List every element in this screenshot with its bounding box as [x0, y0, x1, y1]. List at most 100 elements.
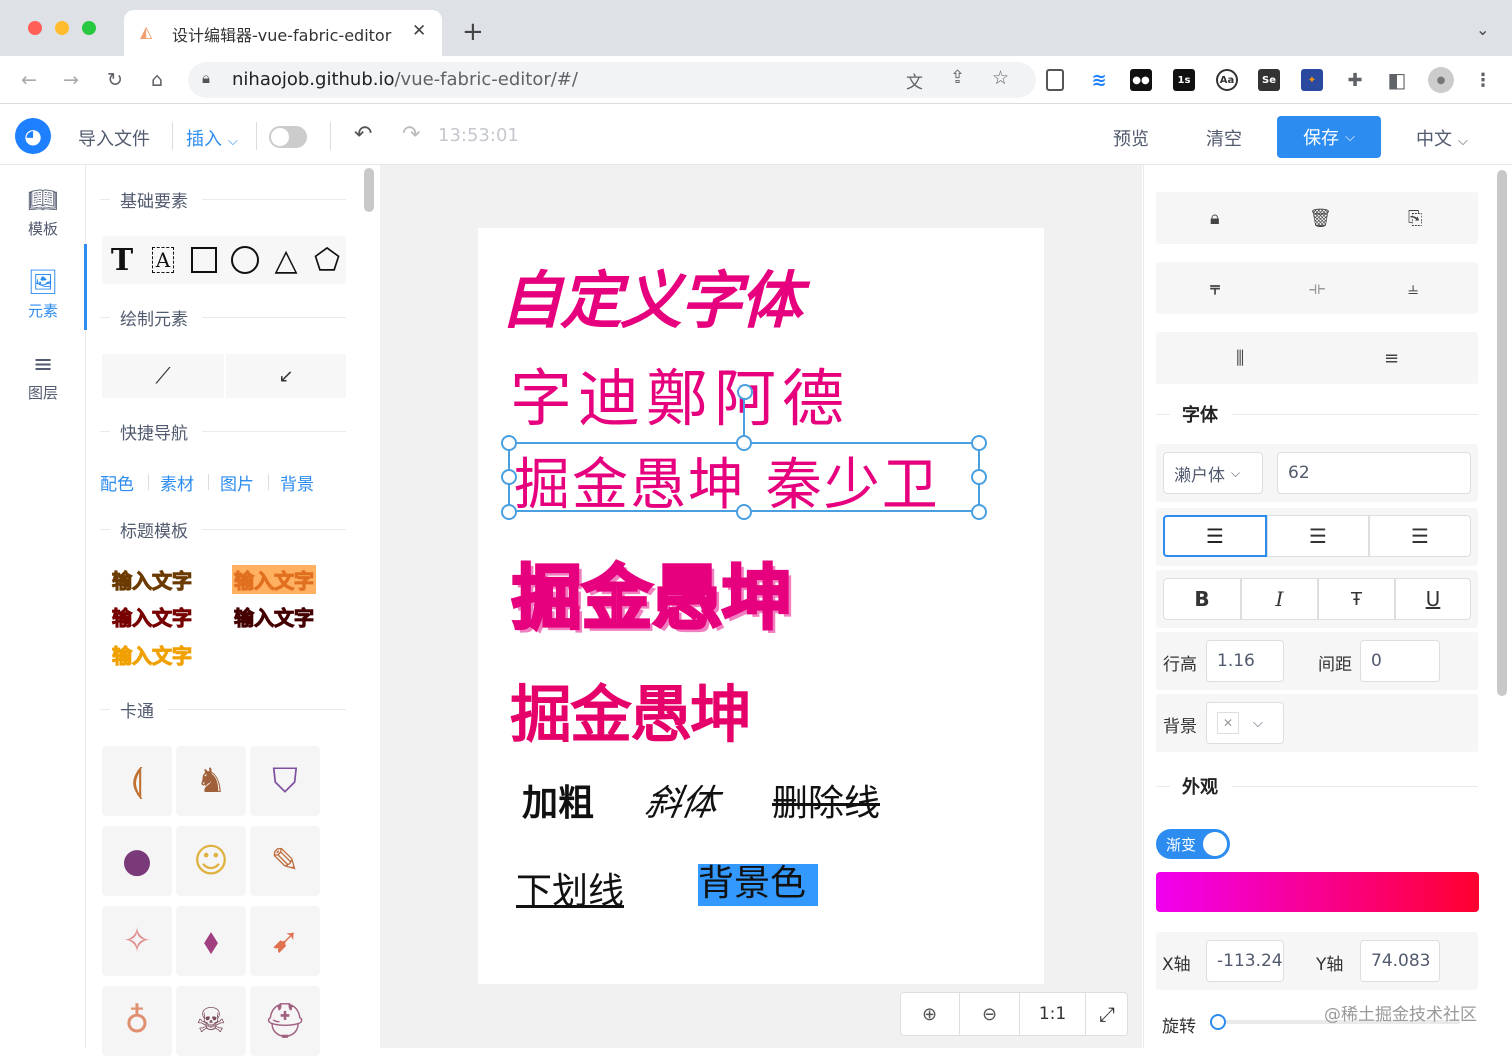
- gradient-preview-bar[interactable]: [1156, 872, 1479, 912]
- distribute-horizontal-icon[interactable]: ⫼: [1236, 348, 1244, 369]
- 1s-extension-icon[interactable]: 1s: [1173, 69, 1195, 91]
- forward-icon[interactable]: →: [58, 67, 84, 93]
- canvas-text-shadow[interactable]: 掘金愚坤: [511, 542, 794, 643]
- line-tool-icon[interactable]: ⟋: [102, 354, 224, 398]
- browser-menu-icon[interactable]: ⋮: [1472, 69, 1494, 91]
- zoom-in-icon[interactable]: ⊕: [900, 992, 960, 1036]
- textbox-tool-icon[interactable]: A: [143, 240, 183, 280]
- italic-button[interactable]: I: [1241, 578, 1318, 620]
- scroll-sticker[interactable]: ✎: [250, 826, 320, 896]
- align-left-button[interactable]: ☰: [1163, 515, 1267, 557]
- zoom-reset-button[interactable]: 1:1: [1020, 992, 1086, 1036]
- align-middle-icon[interactable]: ⟛: [1309, 278, 1325, 299]
- nav-link-background[interactable]: 背景: [280, 470, 314, 495]
- maximize-window-button[interactable]: [82, 21, 96, 35]
- align-bottom-icon[interactable]: ⫨: [1408, 278, 1418, 299]
- ghost-sticker[interactable]: ☠: [176, 986, 246, 1056]
- redo-icon[interactable]: ↷: [402, 122, 420, 147]
- text-bg-color-picker[interactable]: ✕ ⌵: [1206, 702, 1284, 744]
- nav-item-elements[interactable]: 🖼︎ 元素: [0, 258, 86, 330]
- canvas-text-seal-font[interactable]: 字迪鄭阿德: [510, 348, 850, 438]
- preview-button[interactable]: 预览: [1113, 125, 1149, 151]
- line-height-input[interactable]: 1.16: [1206, 640, 1284, 682]
- nav-link-image[interactable]: 图片: [220, 470, 254, 495]
- juejin-extension-icon[interactable]: ≋: [1088, 69, 1110, 91]
- meat-sticker[interactable]: ➹: [250, 906, 320, 976]
- resize-handle[interactable]: [971, 435, 987, 451]
- address-bar[interactable]: 🔒︎ nihaojob.github.io/vue-fabric-editor/…: [188, 62, 1036, 98]
- canvas-text-underline[interactable]: 下划线: [516, 862, 642, 914]
- tab-search-icon[interactable]: ⌄: [1476, 20, 1489, 39]
- title-template[interactable]: 输入文字: [234, 602, 315, 631]
- font-size-input[interactable]: 62: [1277, 452, 1471, 494]
- panel-scrollbar[interactable]: [364, 168, 374, 212]
- reader-extension-icon[interactable]: [1046, 69, 1064, 91]
- close-tab-icon[interactable]: ✕: [412, 21, 426, 41]
- resize-handle[interactable]: [971, 504, 987, 520]
- rotate-handle[interactable]: [737, 384, 753, 400]
- github-icon[interactable]: ◕: [15, 118, 51, 154]
- lock-icon[interactable]: 🔒︎: [1210, 208, 1220, 229]
- clear-button[interactable]: 清空: [1206, 125, 1242, 151]
- canvas-text-custom-font[interactable]: 自定义字体: [500, 250, 802, 340]
- canvas-text-italic[interactable]: 斜体: [641, 774, 722, 826]
- egg-sticker[interactable]: ●: [102, 826, 172, 896]
- home-icon[interactable]: ⌂: [144, 67, 170, 93]
- save-button[interactable]: 保存 ⌵: [1277, 116, 1381, 158]
- profile-avatar[interactable]: ●: [1428, 67, 1454, 93]
- language-dropdown[interactable]: 中文 ⌵: [1416, 125, 1468, 151]
- align-right-button[interactable]: ☰: [1369, 515, 1471, 557]
- knight-sticker[interactable]: ⛑: [250, 986, 320, 1056]
- bag-sticker[interactable]: ♁: [102, 986, 172, 1056]
- new-tab-button[interactable]: +: [462, 17, 484, 47]
- bookmark-star-icon[interactable]: ☆: [992, 67, 1009, 89]
- gradient-toggle[interactable]: 渐变: [1156, 829, 1230, 859]
- char-spacing-input[interactable]: 0: [1360, 640, 1440, 682]
- arrow-tool-icon[interactable]: ↙: [226, 354, 346, 398]
- canvas-text-selected[interactable]: 掘金愚坤 秦少卫: [514, 440, 940, 521]
- copy-icon[interactable]: ⎘: [1408, 208, 1422, 229]
- delete-icon[interactable]: 🗑︎: [1309, 208, 1332, 229]
- color-extension-icon[interactable]: ✦: [1301, 69, 1323, 91]
- mask-extension-icon[interactable]: ●●: [1130, 69, 1152, 91]
- browser-tab[interactable]: ◭ 设计编辑器-vue-fabric-editor ✕: [124, 10, 442, 56]
- minimize-window-button[interactable]: [55, 21, 69, 35]
- triangle-tool-icon[interactable]: △: [266, 240, 306, 280]
- font-extension-icon[interactable]: Aa: [1216, 69, 1238, 91]
- back-icon[interactable]: ←: [16, 67, 42, 93]
- undo-icon[interactable]: ↶: [354, 122, 372, 147]
- distribute-vertical-icon[interactable]: ≡: [1384, 348, 1399, 369]
- bold-button[interactable]: B: [1163, 578, 1241, 620]
- insert-dropdown[interactable]: 插入 ⌵: [186, 125, 238, 151]
- import-file-button[interactable]: 导入文件: [78, 125, 150, 151]
- align-center-button[interactable]: ☰: [1267, 515, 1369, 557]
- nav-item-layers[interactable]: ≡ 图层: [0, 340, 86, 412]
- title-template[interactable]: 输入文字: [112, 602, 193, 631]
- rectangle-tool-icon[interactable]: [184, 240, 224, 280]
- translate-icon[interactable]: 文: [906, 68, 923, 93]
- font-family-select[interactable]: 濑户体 ⌵: [1163, 452, 1263, 494]
- zoom-out-icon[interactable]: ⊖: [960, 992, 1020, 1036]
- y-position-input[interactable]: 74.083: [1360, 940, 1440, 982]
- text-tool-icon[interactable]: T: [102, 240, 142, 280]
- property-scrollbar[interactable]: [1497, 170, 1507, 696]
- title-template[interactable]: 输入文字: [112, 640, 193, 669]
- strikethrough-button[interactable]: Ŧ: [1318, 578, 1395, 620]
- fit-screen-icon[interactable]: ⤢: [1086, 992, 1128, 1036]
- align-top-icon[interactable]: ⫧: [1210, 278, 1220, 299]
- circle-tool-icon[interactable]: [225, 240, 265, 280]
- nav-link-color[interactable]: 配色: [100, 470, 134, 495]
- side-panel-icon[interactable]: ◧: [1386, 68, 1408, 92]
- polygon-tool-icon[interactable]: ⬠: [307, 240, 347, 280]
- nav-link-material[interactable]: 素材: [160, 470, 194, 495]
- toggle-switch[interactable]: [269, 126, 307, 148]
- title-template[interactable]: 输入文字: [232, 565, 316, 594]
- reload-icon[interactable]: ↻: [102, 67, 128, 93]
- underline-button[interactable]: U: [1395, 578, 1471, 620]
- canvas-text-bold[interactable]: 加粗: [522, 774, 594, 826]
- rotate-slider-handle[interactable]: [1210, 1014, 1226, 1030]
- resize-handle[interactable]: [971, 469, 987, 485]
- crystal-sticker[interactable]: ⬧: [176, 906, 246, 976]
- armor-sticker[interactable]: ⛉: [250, 746, 320, 816]
- title-template[interactable]: 输入文字: [112, 565, 193, 594]
